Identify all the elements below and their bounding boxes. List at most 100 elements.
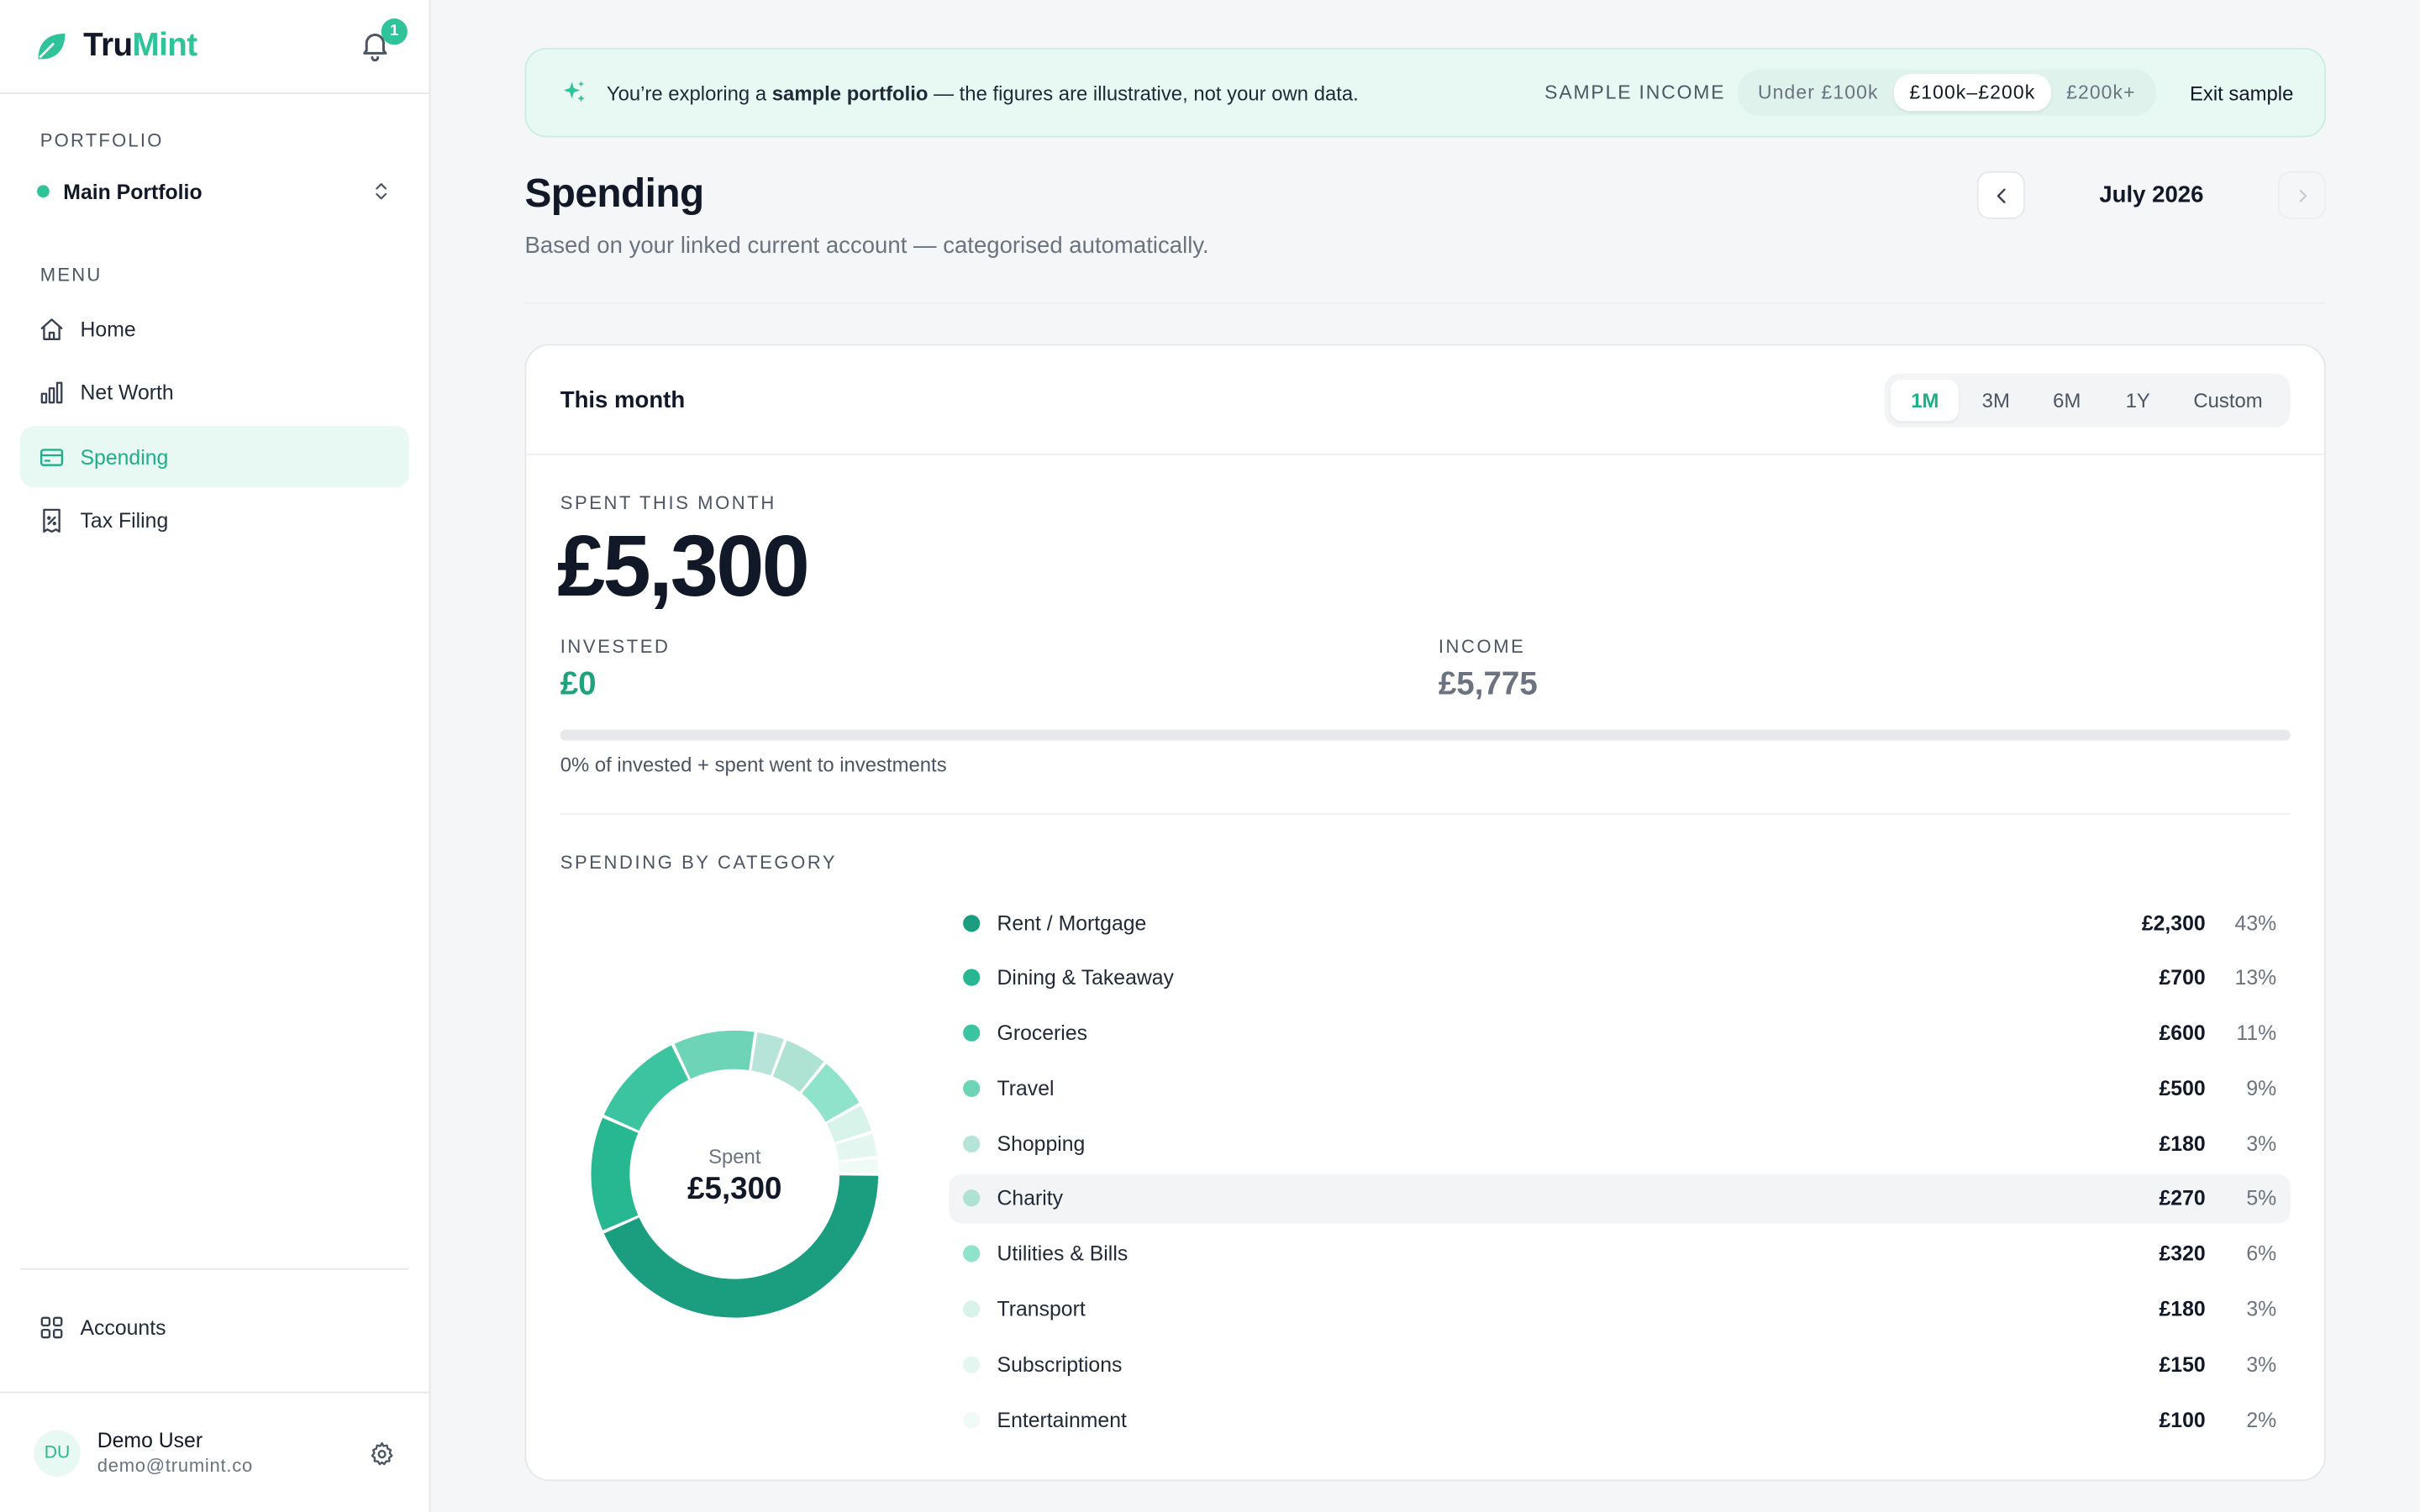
portfolio-selector[interactable]: Main Portfolio bbox=[20, 173, 409, 210]
category-row[interactable]: Transport £180 3% bbox=[950, 1284, 2291, 1334]
income-label: INCOME bbox=[1438, 635, 1526, 658]
current-month: July 2026 bbox=[2099, 181, 2204, 208]
category-row[interactable]: Charity £270 5% bbox=[949, 1173, 2291, 1224]
sidebar-item-home[interactable]: Home bbox=[20, 297, 409, 359]
category-name: Transport bbox=[997, 1297, 1086, 1321]
category-percent: 3% bbox=[2246, 1352, 2277, 1377]
previous-month-button[interactable] bbox=[1976, 171, 2025, 219]
spending-donut-chart: Spent £5,300 bbox=[591, 1030, 879, 1318]
category-name: Subscriptions bbox=[997, 1352, 1123, 1377]
category-name: Shopping bbox=[997, 1131, 1086, 1156]
sidebar-divider bbox=[19, 1268, 409, 1270]
category-row[interactable]: Groceries £600 11% bbox=[950, 1008, 2291, 1058]
income-stat: INCOME £5,775 bbox=[1439, 636, 1538, 704]
category-name: Dining & Takeaway bbox=[997, 966, 1174, 990]
category-percent: 3% bbox=[2246, 1297, 2277, 1321]
category-amount: £500 bbox=[2159, 1076, 2206, 1100]
category-list: Rent / Mortgage £2,300 43% Dining & Takeawa… bbox=[949, 898, 2291, 1450]
notifications-button[interactable]: 1 bbox=[358, 18, 408, 65]
income-option-200k-plus[interactable]: £200k+ bbox=[2051, 74, 2151, 111]
sidebar-item-net-worth[interactable]: Net Worth bbox=[20, 362, 409, 423]
donut-segment-dining-takeaway[interactable] bbox=[591, 1117, 639, 1231]
avatar: DU bbox=[34, 1429, 81, 1476]
category-row[interactable]: Travel £500 9% bbox=[950, 1063, 2291, 1113]
sidebar-item-accounts[interactable]: Accounts bbox=[20, 1296, 409, 1357]
progress-note: 0% of invested + spent went to investmen… bbox=[560, 753, 947, 776]
range-1m[interactable]: 1M bbox=[1891, 378, 1960, 421]
banner-text-bold: sample portfolio bbox=[771, 81, 929, 104]
category-name: Charity bbox=[997, 1187, 1064, 1210]
category-row[interactable]: Subscriptions £150 3% bbox=[950, 1340, 2291, 1389]
banner-message: You’re exploring a sample portfolio — th… bbox=[607, 81, 1544, 104]
category-section-label: SPENDING BY CATEGORY bbox=[560, 851, 838, 874]
category-amount: £270 bbox=[2159, 1187, 2206, 1210]
sidebar-item-label: Tax Filing bbox=[80, 509, 169, 533]
range-1y[interactable]: 1Y bbox=[2104, 379, 2172, 421]
user-info: Demo User demo@trumint.co bbox=[97, 1429, 253, 1477]
category-row[interactable]: Rent / Mortgage £2,300 43% bbox=[950, 898, 2291, 948]
category-color-dot bbox=[963, 1190, 981, 1208]
category-percent: 9% bbox=[2246, 1076, 2277, 1100]
next-month-button[interactable] bbox=[2278, 171, 2326, 219]
income-option-100k-200k[interactable]: £100k–£200k bbox=[1893, 74, 2051, 112]
category-row[interactable]: Utilities & Bills £320 6% bbox=[950, 1229, 2291, 1278]
gear-icon[interactable] bbox=[369, 1441, 395, 1467]
category-color-dot bbox=[963, 1079, 981, 1097]
donut-segment-groceries[interactable] bbox=[603, 1045, 689, 1131]
spending-card: This month 1M 3M 6M 1Y Custom SPENT THIS… bbox=[524, 344, 2326, 1482]
section-divider bbox=[560, 812, 2291, 815]
range-selector: 1M 3M 6M 1Y Custom bbox=[1885, 372, 2291, 427]
leaf-logo-icon bbox=[38, 33, 66, 60]
brand-name-part2: Mint bbox=[132, 28, 198, 64]
brand-name-part1: Tru bbox=[83, 28, 133, 64]
spent-value: £5,300 bbox=[557, 517, 810, 615]
income-option-under-100k[interactable]: Under £100k bbox=[1743, 74, 1894, 111]
category-name: Entertainment bbox=[997, 1408, 1127, 1431]
category-amount: £180 bbox=[2159, 1297, 2206, 1321]
user-email: demo@trumint.co bbox=[97, 1455, 254, 1477]
range-6m[interactable]: 6M bbox=[2033, 379, 2101, 421]
category-name: Groceries bbox=[997, 1021, 1088, 1045]
sidebar-item-label: Accounts bbox=[80, 1315, 166, 1339]
card-header: This month 1M 3M 6M 1Y Custom bbox=[526, 345, 2325, 455]
investment-progress-bar bbox=[560, 729, 2291, 741]
card-title: This month bbox=[560, 386, 686, 413]
banner-text-pre: You’re exploring a bbox=[606, 81, 772, 104]
sidebar: TruMint 1 PORTFOLIO Main Portfolio MENU bbox=[0, 0, 431, 1512]
chevron-up-down-icon bbox=[376, 183, 387, 200]
range-custom[interactable]: Custom bbox=[2175, 379, 2281, 421]
sidebar-item-label: Net Worth bbox=[80, 381, 174, 405]
user-profile[interactable]: DU Demo User demo@trumint.co bbox=[0, 1391, 429, 1512]
sidebar-item-tax-filing[interactable]: Tax Filing bbox=[20, 490, 409, 551]
donut-segment-travel[interactable] bbox=[674, 1030, 755, 1079]
category-percent: 43% bbox=[2234, 911, 2277, 935]
category-percent: 11% bbox=[2236, 1021, 2277, 1045]
category-row[interactable]: Entertainment £100 2% bbox=[950, 1395, 2291, 1445]
category-row[interactable]: Dining & Takeaway £700 13% bbox=[950, 953, 2291, 1003]
category-amount: £150 bbox=[2159, 1352, 2206, 1377]
portfolio-name: Main Portfolio bbox=[63, 179, 203, 203]
portfolio-section-label: PORTFOLIO bbox=[39, 129, 164, 151]
category-row[interactable]: Shopping £180 3% bbox=[950, 1119, 2291, 1168]
income-value: £5,775 bbox=[1438, 666, 1538, 702]
category-amount: £2,300 bbox=[2141, 911, 2206, 935]
brand-name[interactable]: TruMint bbox=[83, 28, 197, 65]
main-content: You’re exploring a sample portfolio — th… bbox=[430, 0, 2420, 1512]
exit-sample-button[interactable]: Exit sample bbox=[2190, 81, 2293, 104]
sidebar-item-spending[interactable]: Spending bbox=[19, 425, 409, 488]
chevron-right-icon bbox=[2298, 188, 2307, 202]
receipt-icon bbox=[43, 508, 60, 533]
range-3m[interactable]: 3M bbox=[1962, 379, 2030, 421]
user-name: Demo User bbox=[97, 1428, 203, 1452]
donut-center-value: £5,300 bbox=[687, 1171, 781, 1205]
category-name: Utilities & Bills bbox=[997, 1242, 1128, 1266]
sidebar-nav: Home Net Worth Spending Tax Filing bbox=[19, 297, 409, 554]
donut-center-label: Spent bbox=[708, 1146, 761, 1168]
category-color-dot bbox=[963, 1411, 981, 1429]
sample-banner: You’re exploring a sample portfolio — th… bbox=[524, 47, 2326, 138]
header-divider bbox=[524, 302, 2326, 304]
category-color-dot bbox=[963, 1135, 981, 1152]
donut-segment-entertainment[interactable] bbox=[839, 1158, 879, 1173]
banner-text-post: — the figures are illustrative, not your… bbox=[928, 81, 1359, 104]
category-amount: £700 bbox=[2159, 966, 2206, 990]
